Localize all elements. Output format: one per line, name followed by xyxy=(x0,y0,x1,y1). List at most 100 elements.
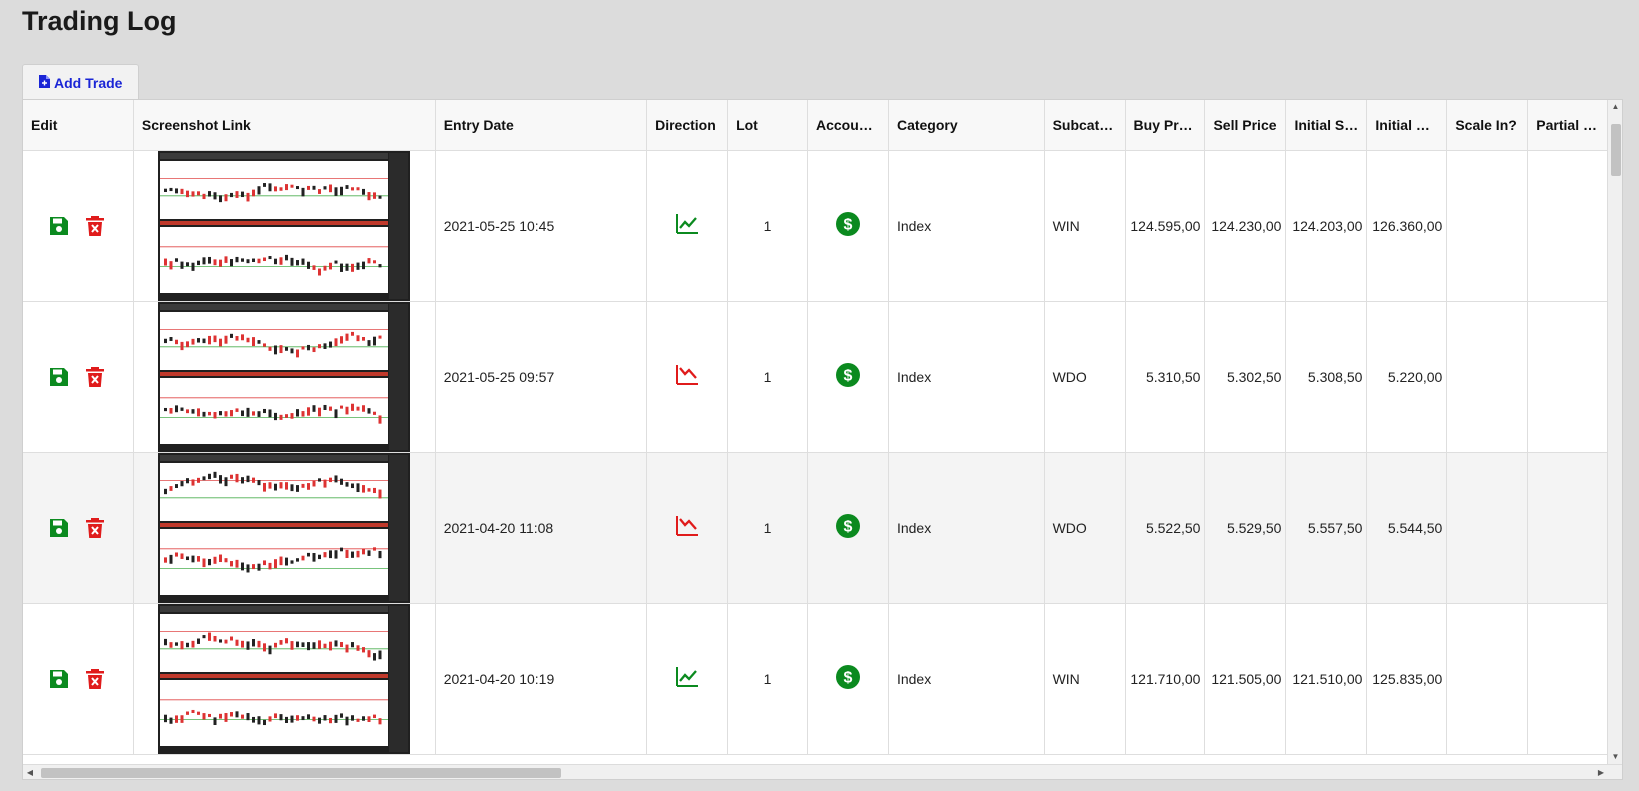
file-add-icon xyxy=(39,74,50,91)
dollar-icon: $ xyxy=(835,362,861,388)
delete-icon[interactable] xyxy=(83,667,107,691)
direction-cell xyxy=(646,301,729,453)
scale-in-cell xyxy=(1446,603,1529,755)
edit-cell xyxy=(23,452,134,604)
header-row: Edit Screenshot Link Entry Date Directio… xyxy=(23,100,1607,151)
category-cell: Index xyxy=(888,603,1045,755)
scale-in-cell xyxy=(1446,452,1529,604)
column-header[interactable]: Buy Price xyxy=(1125,100,1206,151)
initial-target-cell: 5.544,50 xyxy=(1366,452,1448,604)
direction-cell xyxy=(646,603,729,755)
subcategory-cell: WDO xyxy=(1044,301,1126,453)
column-header[interactable]: Scale In? xyxy=(1446,100,1529,151)
svg-text:$: $ xyxy=(844,368,853,385)
account-cell: $ xyxy=(807,603,889,755)
column-header[interactable]: Category xyxy=(888,100,1045,151)
sell-price-cell: 5.529,50 xyxy=(1204,452,1287,604)
column-header[interactable]: Sell Price xyxy=(1204,100,1287,151)
screenshot-thumbnail[interactable] xyxy=(157,603,410,753)
partial-cell xyxy=(1527,603,1607,755)
dollar-icon: $ xyxy=(835,513,861,539)
trending-up-icon xyxy=(674,211,700,237)
grid-viewport: Edit Screenshot Link Entry Date Directio… xyxy=(23,100,1607,764)
svg-text:$: $ xyxy=(844,670,853,687)
buy-price-cell: 5.522,50 xyxy=(1125,452,1206,604)
initial-stop-cell: 124.203,00 xyxy=(1285,150,1368,302)
direction-cell xyxy=(646,150,729,302)
lot-cell: 1 xyxy=(727,603,808,755)
horizontal-scroll-thumb[interactable] xyxy=(41,768,561,778)
save-icon[interactable] xyxy=(47,516,71,540)
delete-icon[interactable] xyxy=(83,365,107,389)
table-row[interactable]: 2021-04-20 10:19 1 $ Index WIN 121.710,0… xyxy=(23,603,1607,755)
column-header[interactable]: Screenshot Link xyxy=(133,100,436,151)
svg-text:$: $ xyxy=(844,217,853,234)
initial-target-cell: 125.835,00 xyxy=(1366,603,1448,755)
account-cell: $ xyxy=(807,150,889,302)
column-header[interactable]: Initial T… xyxy=(1366,100,1448,151)
screenshot-thumbnail[interactable] xyxy=(157,452,410,602)
column-header[interactable]: Lot xyxy=(727,100,808,151)
initial-target-cell: 5.220,00 xyxy=(1366,301,1448,453)
buy-price-cell: 124.595,00 xyxy=(1125,150,1206,302)
delete-icon[interactable] xyxy=(83,516,107,540)
entry-date-cell: 2021-04-20 11:08 xyxy=(435,452,648,604)
subcategory-cell: WIN xyxy=(1044,150,1126,302)
partial-cell xyxy=(1527,452,1607,604)
screenshot-thumbnail[interactable] xyxy=(157,150,410,300)
entry-date-cell: 2021-05-25 10:45 xyxy=(435,150,648,302)
vertical-scroll-thumb[interactable] xyxy=(1611,124,1621,176)
horizontal-scrollbar[interactable]: ◀ ▶ xyxy=(23,764,1622,779)
trade-table: Edit Screenshot Link Entry Date Directio… xyxy=(23,100,1607,755)
vertical-scrollbar[interactable]: ▲ ▼ xyxy=(1607,100,1622,764)
save-icon[interactable] xyxy=(47,365,71,389)
tab-add-trade[interactable]: Add Trade xyxy=(22,64,140,100)
scroll-down-icon[interactable]: ▼ xyxy=(1608,750,1622,764)
column-header[interactable]: Accoun… xyxy=(807,100,889,151)
lot-cell: 1 xyxy=(727,301,808,453)
table-row[interactable]: 2021-05-25 10:45 1 $ Index WIN 124.595,0… xyxy=(23,150,1607,302)
screenshot-cell xyxy=(133,603,436,755)
table-row[interactable]: 2021-04-20 11:08 1 $ Index WDO 5.522,50 … xyxy=(23,452,1607,604)
column-header[interactable]: Partial … xyxy=(1527,100,1607,151)
save-icon[interactable] xyxy=(47,214,71,238)
column-header[interactable]: Subcat… xyxy=(1044,100,1126,151)
direction-cell xyxy=(646,452,729,604)
app-window: Trading Log Add Trade Edit Screenshot Li… xyxy=(0,0,1639,791)
partial-cell xyxy=(1527,301,1607,453)
screenshot-cell xyxy=(133,301,436,453)
save-icon[interactable] xyxy=(47,667,71,691)
scroll-right-icon[interactable]: ▶ xyxy=(1594,765,1608,779)
subcategory-cell: WIN xyxy=(1044,603,1126,755)
trending-down-icon xyxy=(674,513,700,539)
scroll-left-icon[interactable]: ◀ xyxy=(23,765,37,779)
screenshot-cell xyxy=(133,452,436,604)
initial-stop-cell: 5.557,50 xyxy=(1285,452,1368,604)
lot-cell: 1 xyxy=(727,150,808,302)
column-header[interactable]: Edit xyxy=(23,100,134,151)
column-header[interactable]: Direction xyxy=(646,100,729,151)
screenshot-thumbnail[interactable] xyxy=(157,301,410,451)
initial-stop-cell: 5.308,50 xyxy=(1285,301,1368,453)
scale-in-cell xyxy=(1446,150,1529,302)
sell-price-cell: 124.230,00 xyxy=(1204,150,1287,302)
trade-grid: Edit Screenshot Link Entry Date Directio… xyxy=(22,99,1623,780)
svg-text:$: $ xyxy=(844,519,853,536)
trending-up-icon xyxy=(674,664,700,690)
scale-in-cell xyxy=(1446,301,1529,453)
initial-target-cell: 126.360,00 xyxy=(1366,150,1448,302)
edit-cell xyxy=(23,150,134,302)
dollar-icon: $ xyxy=(835,664,861,690)
dollar-icon: $ xyxy=(835,211,861,237)
account-cell: $ xyxy=(807,452,889,604)
entry-date-cell: 2021-05-25 09:57 xyxy=(435,301,648,453)
table-row[interactable]: 2021-05-25 09:57 1 $ Index WDO 5.310,50 … xyxy=(23,301,1607,453)
category-cell: Index xyxy=(888,150,1045,302)
column-header[interactable]: Initial S… xyxy=(1285,100,1368,151)
subcategory-cell: WDO xyxy=(1044,452,1126,604)
column-header[interactable]: Entry Date xyxy=(435,100,648,151)
tab-label: Add Trade xyxy=(54,74,123,91)
delete-icon[interactable] xyxy=(83,214,107,238)
scroll-up-icon[interactable]: ▲ xyxy=(1608,100,1622,114)
edit-cell xyxy=(23,603,134,755)
